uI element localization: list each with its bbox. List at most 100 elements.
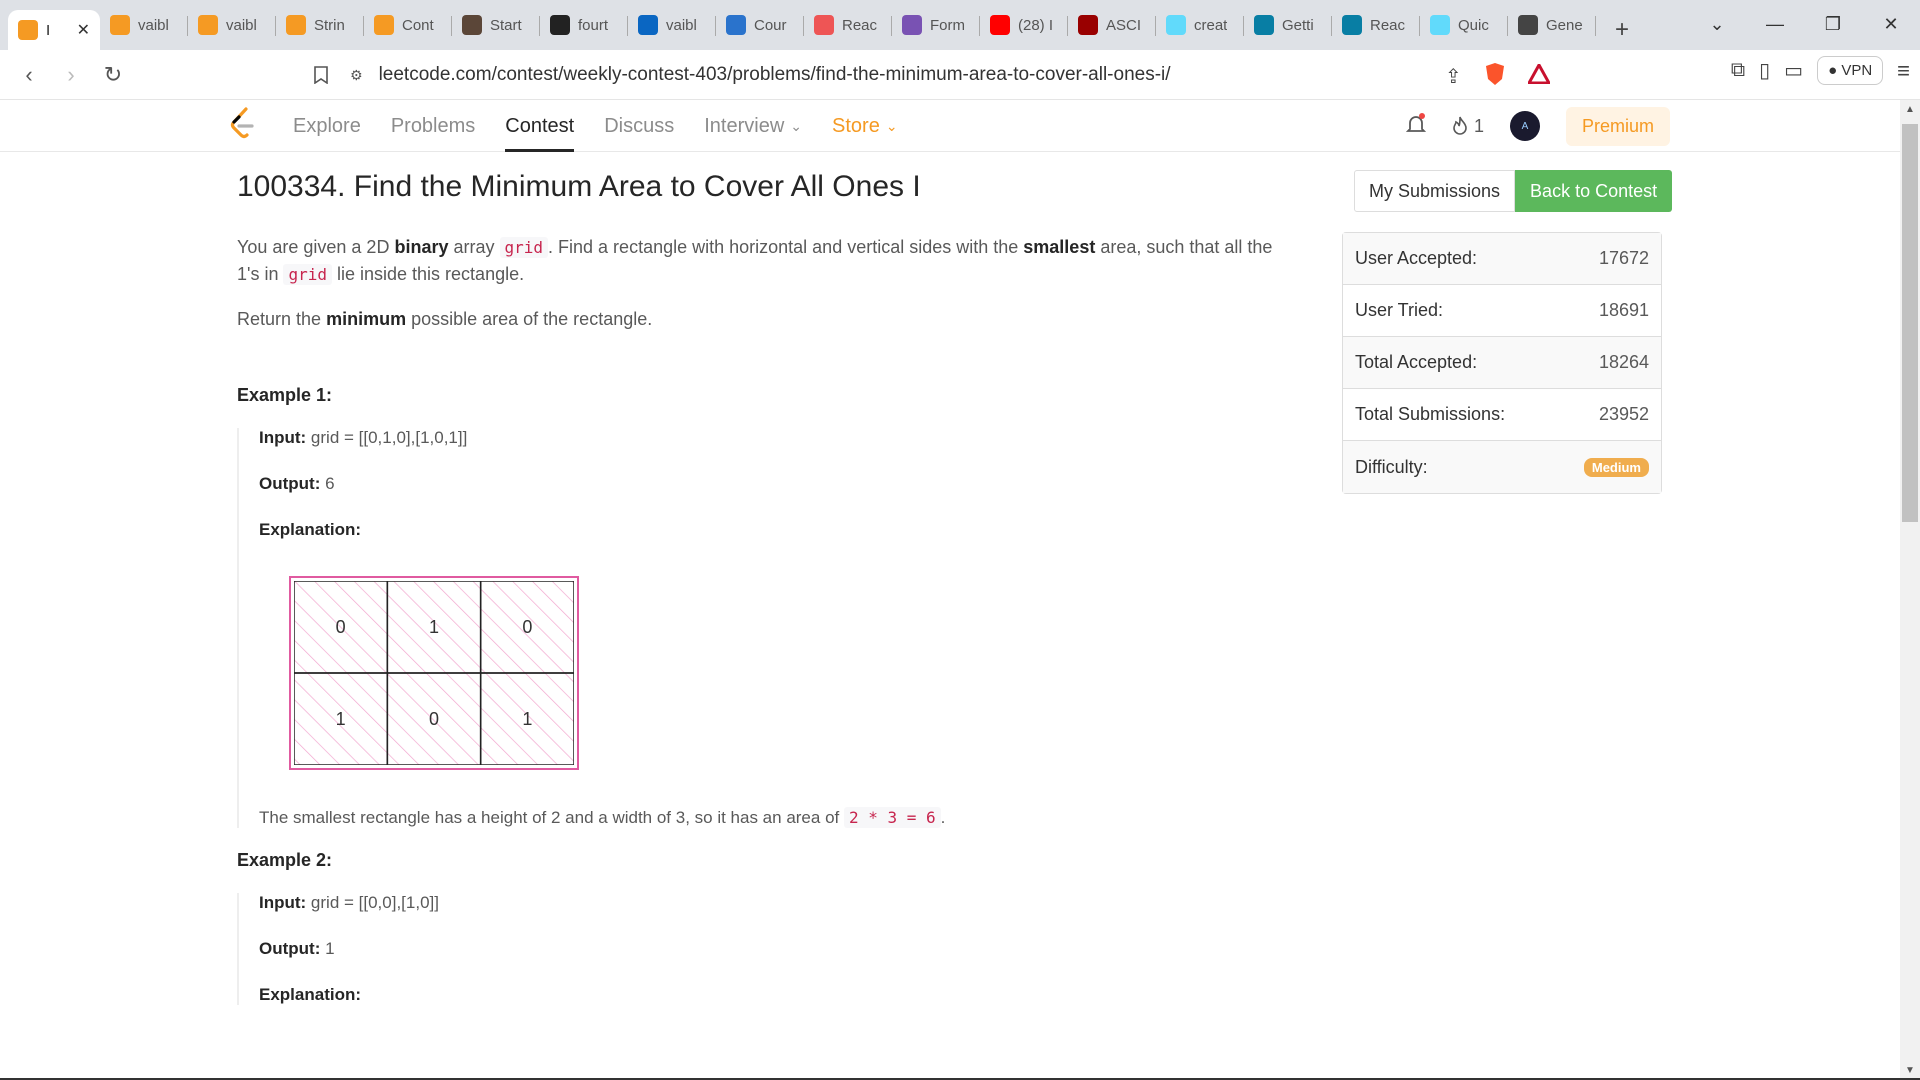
browser-tab-label: Cont bbox=[402, 16, 434, 34]
site-settings-icon[interactable]: ⚙ bbox=[350, 67, 363, 84]
streak-counter[interactable]: 1 bbox=[1452, 116, 1484, 137]
stat-row: Difficulty: Medium bbox=[1343, 441, 1661, 493]
stat-label: Total Submissions: bbox=[1355, 404, 1506, 424]
url-text[interactable]: leetcode.com/contest/weekly-contest-403/… bbox=[379, 64, 1171, 86]
example-explanation: Explanation: bbox=[259, 985, 1287, 1005]
forward-button[interactable]: › bbox=[50, 54, 92, 96]
browser-tab[interactable]: vaibl bbox=[188, 5, 276, 45]
site-navbar: Explore Problems Contest Discuss Intervi… bbox=[0, 100, 1900, 152]
nav-discuss[interactable]: Discuss bbox=[604, 100, 674, 152]
avatar[interactable]: A bbox=[1509, 111, 1540, 141]
my-submissions-button[interactable]: My Submissions bbox=[1354, 170, 1516, 212]
omnibox[interactable]: ⚙ leetcode.com/contest/weekly-contest-40… bbox=[350, 56, 1615, 94]
window-controls: ⌄ — ❐ ✕ bbox=[1688, 0, 1920, 48]
leetcode-icon bbox=[286, 15, 306, 35]
stat-row: Total Submissions: 23952 bbox=[1343, 389, 1661, 441]
desc-text: You are given a 2D bbox=[237, 237, 395, 257]
leetcode-icon bbox=[110, 15, 130, 35]
scroll-up-icon[interactable]: ▲ bbox=[1900, 104, 1920, 115]
grid-cell-value: 0 bbox=[429, 709, 439, 729]
nav-store[interactable]: Store ⌄ bbox=[832, 100, 898, 152]
minimize-button[interactable]: — bbox=[1746, 14, 1804, 35]
example-1: Input: grid = [[0,1,0],[1,0,1]] Output: … bbox=[237, 428, 1287, 828]
nav-interview[interactable]: Interview ⌄ bbox=[704, 100, 802, 152]
extensions-icon[interactable]: ⧉ bbox=[1731, 59, 1745, 82]
browser-tab[interactable]: Reac bbox=[804, 5, 892, 45]
desc-text: array bbox=[448, 237, 500, 257]
browser-tab-label: Getti bbox=[1282, 16, 1314, 34]
menu-icon[interactable]: ≡ bbox=[1897, 58, 1910, 84]
close-tab-icon[interactable]: ✕ bbox=[77, 20, 90, 40]
explanation-label: Explanation: bbox=[259, 520, 362, 539]
example-2: Input: grid = [[0,0],[1,0]] Output: 1 Ex… bbox=[237, 893, 1287, 1005]
browser-tab[interactable]: Getti bbox=[1244, 5, 1332, 45]
notification-bell-icon[interactable] bbox=[1405, 112, 1427, 140]
stat-label: Total Accepted: bbox=[1355, 352, 1478, 372]
browser-tab[interactable]: Start bbox=[452, 5, 540, 45]
browser-tab[interactable]: vaibl bbox=[628, 5, 716, 45]
browser-tab[interactable]: Strin bbox=[276, 5, 364, 45]
back-button[interactable]: ‹ bbox=[8, 54, 50, 96]
input-value: grid = [[0,1,0],[1,0,1]] bbox=[306, 428, 468, 447]
desc-bold: binary bbox=[394, 237, 449, 257]
reload-button[interactable]: ↻ bbox=[92, 54, 134, 96]
brave-shield-icon[interactable] bbox=[1484, 62, 1506, 91]
browser-tab-label: Gene bbox=[1546, 16, 1583, 34]
example-input: Input: grid = [[0,0],[1,0]] bbox=[259, 893, 1287, 913]
browser-tab[interactable]: ASCI bbox=[1068, 5, 1156, 45]
note-code: 2 * 3 = 6 bbox=[843, 807, 941, 828]
browser-tab[interactable]: (28) I bbox=[980, 5, 1068, 45]
code-grid: grid bbox=[499, 237, 549, 258]
input-label: Input: bbox=[259, 428, 307, 447]
share-icon[interactable]: ⇪ bbox=[1445, 64, 1462, 89]
vpn-button[interactable]: ● VPN bbox=[1817, 56, 1884, 85]
nav-explore[interactable]: Explore bbox=[293, 100, 361, 152]
page-scrollbar[interactable]: ▲ ▼ bbox=[1900, 100, 1920, 1080]
stat-label: User Tried: bbox=[1355, 300, 1444, 320]
stat-value: 18691 bbox=[1598, 300, 1649, 320]
back-to-contest-button[interactable]: Back to Contest bbox=[1515, 170, 1673, 212]
leetcode-icon bbox=[198, 15, 218, 35]
browser-tab[interactable]: Reac bbox=[1332, 5, 1420, 45]
browser-tab[interactable]: creat bbox=[1156, 5, 1244, 45]
leetcode-icon bbox=[374, 15, 394, 35]
browser-tab[interactable]: Form bbox=[892, 5, 980, 45]
omnibox-actions: ⇪ bbox=[1445, 61, 1552, 91]
output-value: 6 bbox=[320, 474, 335, 493]
browser-tab[interactable]: Cour bbox=[716, 5, 804, 45]
nav-right: 1 A Premium bbox=[1405, 100, 1670, 152]
stat-label: User Accepted: bbox=[1355, 248, 1478, 268]
browser-tab[interactable]: vaibl bbox=[100, 5, 188, 45]
nav-contest[interactable]: Contest bbox=[505, 100, 574, 152]
bookmark-icon[interactable] bbox=[300, 54, 342, 96]
grid-svg: 0 1 0 1 0 1 bbox=[294, 581, 574, 765]
stat-row: User Tried: 18691 bbox=[1343, 285, 1661, 337]
address-bar-row: ‹ › ↻ ⚙ leetcode.com/contest/weekly-cont… bbox=[0, 50, 1920, 100]
tab-search-icon[interactable]: ⌄ bbox=[1688, 14, 1746, 35]
close-window-button[interactable]: ✕ bbox=[1862, 14, 1920, 35]
desc-text: lie inside this rectangle. bbox=[332, 264, 525, 284]
new-tab-button[interactable]: + bbox=[1602, 10, 1642, 50]
nav-problems[interactable]: Problems bbox=[391, 100, 475, 152]
sidebar-icon[interactable]: ▯ bbox=[1759, 58, 1770, 83]
leetcode-logo-icon[interactable] bbox=[228, 106, 258, 142]
wallet-icon[interactable]: ▭ bbox=[1784, 58, 1803, 83]
react-icon bbox=[1166, 15, 1186, 35]
input-label: Input: bbox=[259, 893, 307, 912]
scrollbar-thumb[interactable] bbox=[1902, 124, 1918, 522]
browser-tab[interactable]: Cont bbox=[364, 5, 452, 45]
browser-tab-label: Form bbox=[930, 16, 965, 34]
toolbar-right: ⧉ ▯ ▭ ● VPN ≡ bbox=[1731, 56, 1910, 85]
browser-tab[interactable]: fourt bbox=[540, 5, 628, 45]
code-grid: grid bbox=[283, 264, 332, 285]
streak-count: 1 bbox=[1473, 115, 1484, 136]
browser-tab[interactable]: Quic bbox=[1420, 5, 1508, 45]
restore-button[interactable]: ❐ bbox=[1804, 14, 1862, 35]
brave-rewards-icon[interactable] bbox=[1526, 61, 1552, 89]
browser-tab[interactable]: Gene bbox=[1508, 5, 1596, 45]
scroll-down-icon[interactable]: ▼ bbox=[1900, 1065, 1920, 1076]
premium-button[interactable]: Premium bbox=[1565, 106, 1670, 146]
browser-tab-label: Reac bbox=[1370, 16, 1406, 34]
browser-tab[interactable]: I ✕ bbox=[8, 10, 100, 50]
browser-tab-label: vaibl bbox=[226, 16, 257, 34]
